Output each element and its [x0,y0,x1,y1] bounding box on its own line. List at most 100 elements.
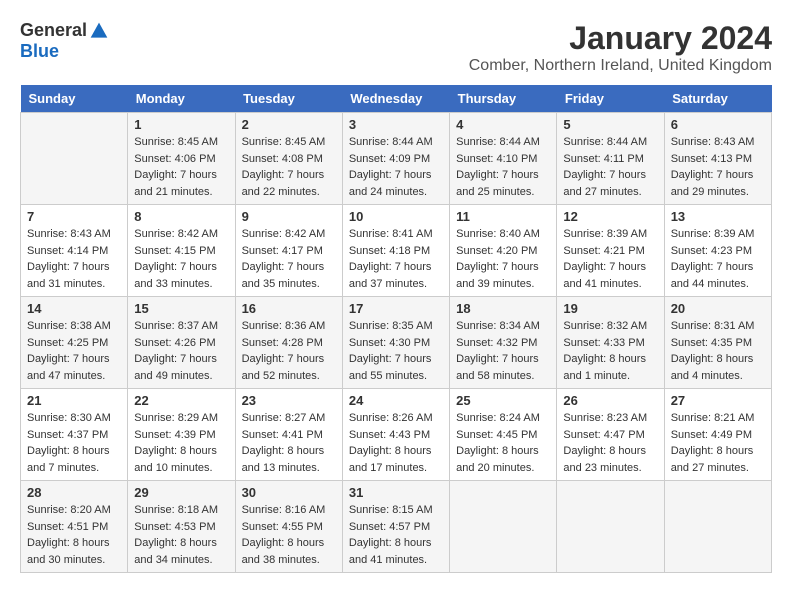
daylight-text: Daylight: 7 hours and 22 minutes. [242,167,336,200]
day-number: 17 [349,301,443,316]
sunrise-text: Sunrise: 8:40 AM [456,226,550,243]
calendar-day-cell [21,113,128,205]
logo-blue-text: Blue [20,41,59,62]
daylight-text: Daylight: 7 hours and 35 minutes. [242,259,336,292]
sunset-text: Sunset: 4:08 PM [242,151,336,168]
logo-general-text: General [20,20,87,41]
sunset-text: Sunset: 4:33 PM [563,335,657,352]
day-header: Thursday [450,85,557,113]
sunrise-text: Sunrise: 8:34 AM [456,318,550,335]
calendar-day-cell: 17 Sunrise: 8:35 AMSunset: 4:30 PMDayligh… [342,297,449,389]
sunset-text: Sunset: 4:09 PM [349,151,443,168]
day-info: Sunrise: 8:20 AMSunset: 4:51 PMDaylight:… [27,502,121,568]
daylight-text: Daylight: 7 hours and 21 minutes. [134,167,228,200]
day-header: Friday [557,85,664,113]
calendar-day-cell: 19 Sunrise: 8:32 AMSunset: 4:33 PMDayligh… [557,297,664,389]
sunrise-text: Sunrise: 8:39 AM [671,226,765,243]
day-info: Sunrise: 8:32 AMSunset: 4:33 PMDaylight:… [563,318,657,384]
day-number: 14 [27,301,121,316]
day-number: 23 [242,393,336,408]
day-number: 19 [563,301,657,316]
sunset-text: Sunset: 4:10 PM [456,151,550,168]
month-title: January 2024 [469,20,772,57]
sunset-text: Sunset: 4:41 PM [242,427,336,444]
calendar-day-cell: 11Sunrise: 8:40 AMSunset: 4:20 PMDayligh… [450,205,557,297]
daylight-text: Daylight: 7 hours and 31 minutes. [27,259,121,292]
calendar-day-cell [557,481,664,573]
sunset-text: Sunset: 4:23 PM [671,243,765,260]
sunrise-text: Sunrise: 8:42 AM [134,226,228,243]
sunrise-text: Sunrise: 8:43 AM [671,134,765,151]
daylight-text: Daylight: 7 hours and 37 minutes. [349,259,443,292]
day-info: Sunrise: 8:18 AMSunset: 4:53 PMDaylight:… [134,502,228,568]
calendar-day-cell: 9Sunrise: 8:42 AMSunset: 4:17 PMDaylight… [235,205,342,297]
logo: General Blue [20,20,109,62]
day-number: 6 [671,117,765,132]
day-number: 12 [563,209,657,224]
calendar-day-cell: 8Sunrise: 8:42 AMSunset: 4:15 PMDaylight… [128,205,235,297]
day-info: Sunrise: 8:45 AMSunset: 4:08 PMDaylight:… [242,134,336,200]
daylight-text: Daylight: 7 hours and 47 minutes. [27,351,121,384]
day-info: Sunrise: 8:15 AMSunset: 4:57 PMDaylight:… [349,502,443,568]
sunset-text: Sunset: 4:51 PM [27,519,121,536]
calendar-day-cell: 22Sunrise: 8:29 AMSunset: 4:39 PMDayligh… [128,389,235,481]
sunrise-text: Sunrise: 8:21 AM [671,410,765,427]
day-info: Sunrise: 8:44 AMSunset: 4:09 PMDaylight:… [349,134,443,200]
day-info: Sunrise: 8:43 AMSunset: 4:14 PMDaylight:… [27,226,121,292]
daylight-text: Daylight: 7 hours and 41 minutes. [563,259,657,292]
daylight-text: Daylight: 7 hours and 52 minutes. [242,351,336,384]
day-info: Sunrise: 8:45 AMSunset: 4:06 PMDaylight:… [134,134,228,200]
day-info: Sunrise: 8:31 AMSunset: 4:35 PMDaylight:… [671,318,765,384]
calendar-day-cell: 14Sunrise: 8:38 AMSunset: 4:25 PMDayligh… [21,297,128,389]
sunset-text: Sunset: 4:53 PM [134,519,228,536]
day-number: 3 [349,117,443,132]
calendar-day-cell: 12Sunrise: 8:39 AMSunset: 4:21 PMDayligh… [557,205,664,297]
day-info: Sunrise: 8:37 AMSunset: 4:26 PMDaylight:… [134,318,228,384]
calendar-week-row: 21Sunrise: 8:30 AMSunset: 4:37 PMDayligh… [21,389,772,481]
sunrise-text: Sunrise: 8:45 AM [242,134,336,151]
sunset-text: Sunset: 4:13 PM [671,151,765,168]
day-number: 2 [242,117,336,132]
sunrise-text: Sunrise: 8:23 AM [563,410,657,427]
sunrise-text: Sunrise: 8:35 AM [349,318,443,335]
header-row: SundayMondayTuesdayWednesdayThursdayFrid… [21,85,772,113]
day-number: 22 [134,393,228,408]
sunrise-text: Sunrise: 8:36 AM [242,318,336,335]
sunrise-text: Sunrise: 8:20 AM [27,502,121,519]
day-number: 13 [671,209,765,224]
daylight-text: Daylight: 7 hours and 58 minutes. [456,351,550,384]
day-info: Sunrise: 8:35 AMSunset: 4:30 PMDaylight:… [349,318,443,384]
daylight-text: Daylight: 8 hours and 30 minutes. [27,535,121,568]
sunrise-text: Sunrise: 8:39 AM [563,226,657,243]
calendar-day-cell [664,481,771,573]
sunset-text: Sunset: 4:20 PM [456,243,550,260]
calendar-day-cell: 27Sunrise: 8:21 AMSunset: 4:49 PMDayligh… [664,389,771,481]
daylight-text: Daylight: 8 hours and 17 minutes. [349,443,443,476]
day-info: Sunrise: 8:44 AMSunset: 4:11 PMDaylight:… [563,134,657,200]
sunrise-text: Sunrise: 8:44 AM [349,134,443,151]
day-header: Wednesday [342,85,449,113]
calendar-day-cell: 5Sunrise: 8:44 AMSunset: 4:11 PMDaylight… [557,113,664,205]
calendar-day-cell: 6 Sunrise: 8:43 AMSunset: 4:13 PMDaylight… [664,113,771,205]
daylight-text: Daylight: 7 hours and 29 minutes. [671,167,765,200]
day-number: 25 [456,393,550,408]
location-title: Comber, Northern Ireland, United Kingdom [469,57,772,75]
sunset-text: Sunset: 4:39 PM [134,427,228,444]
daylight-text: Daylight: 8 hours and 34 minutes. [134,535,228,568]
calendar-table: SundayMondayTuesdayWednesdayThursdayFrid… [20,85,772,573]
sunrise-text: Sunrise: 8:44 AM [563,134,657,151]
daylight-text: Daylight: 7 hours and 44 minutes. [671,259,765,292]
calendar-day-cell: 7Sunrise: 8:43 AMSunset: 4:14 PMDaylight… [21,205,128,297]
daylight-text: Daylight: 8 hours and 10 minutes. [134,443,228,476]
day-info: Sunrise: 8:34 AMSunset: 4:32 PMDaylight:… [456,318,550,384]
calendar-day-cell: 28Sunrise: 8:20 AMSunset: 4:51 PMDayligh… [21,481,128,573]
day-info: Sunrise: 8:41 AMSunset: 4:18 PMDaylight:… [349,226,443,292]
daylight-text: Daylight: 8 hours and 13 minutes. [242,443,336,476]
sunrise-text: Sunrise: 8:37 AM [134,318,228,335]
day-number: 1 [134,117,228,132]
sunset-text: Sunset: 4:25 PM [27,335,121,352]
sunrise-text: Sunrise: 8:26 AM [349,410,443,427]
logo-icon [89,21,109,41]
day-number: 18 [456,301,550,316]
sunrise-text: Sunrise: 8:44 AM [456,134,550,151]
